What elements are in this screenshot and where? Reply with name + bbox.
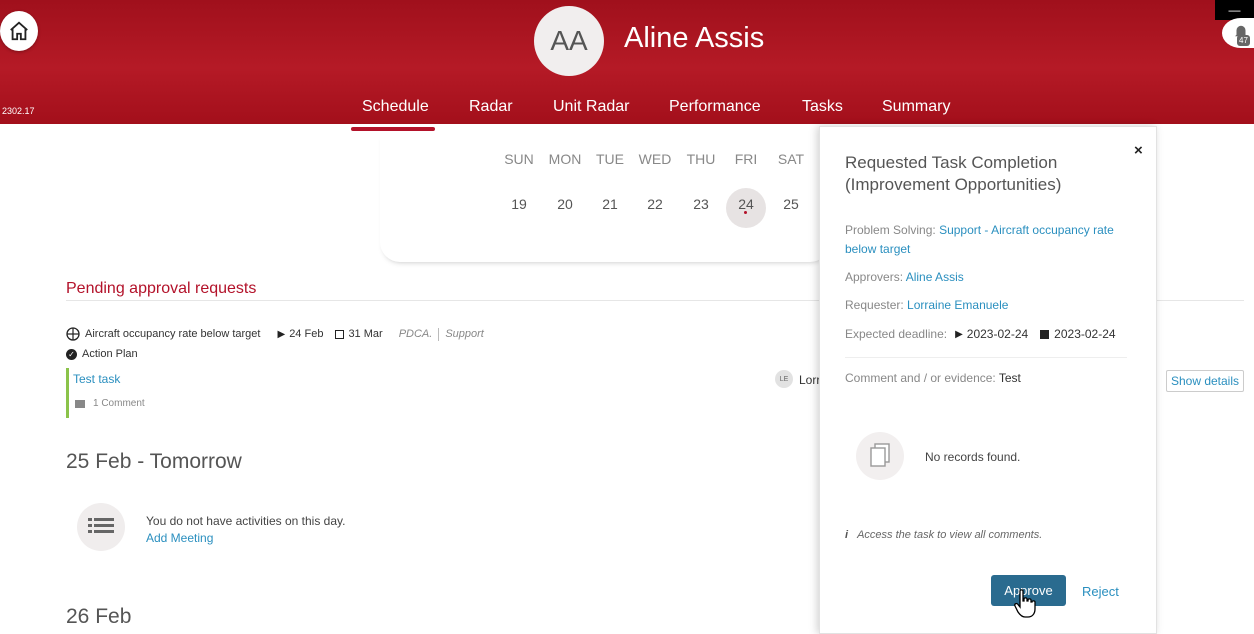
requester-name-partial: Lorr <box>799 373 821 387</box>
tab-summary[interactable]: Summary <box>882 98 950 116</box>
info-note: i Access the task to view all comments. <box>845 529 1042 541</box>
pending-item-type: ✓ Action Plan <box>66 348 138 360</box>
tab-tasks[interactable]: Tasks <box>802 98 843 116</box>
problem-solving-label: Problem Solving: <box>845 223 936 237</box>
crosshair-icon <box>66 327 80 341</box>
task-link[interactable]: Test task <box>73 372 120 386</box>
comment-count-label: 1 Comment <box>93 398 145 409</box>
tab-radar[interactable]: Radar <box>469 98 513 116</box>
calendar-date-20[interactable]: 20 <box>545 188 585 228</box>
no-records-text: No records found. <box>925 450 1021 464</box>
day-heading-26: 26 Feb <box>66 605 132 628</box>
requester-field: Requester: Lorraine Emanuele <box>845 296 1008 315</box>
deadline-end: 2023-02-24 <box>1054 327 1116 341</box>
list-icon <box>88 518 114 533</box>
calendar-date-24[interactable]: 24 <box>726 188 766 228</box>
panel-divider <box>845 357 1127 358</box>
comment-label: Comment and / or evidence: <box>845 371 996 385</box>
comment-count[interactable]: 1 Comment <box>75 398 145 409</box>
tab-unit-radar[interactable]: Unit Radar <box>553 98 629 116</box>
pending-item-type-label: Action Plan <box>82 348 138 360</box>
comment-icon <box>75 399 85 408</box>
approvers-link[interactable]: Aline Assis <box>906 270 964 284</box>
active-tab-indicator <box>351 127 435 131</box>
stop-icon <box>335 329 345 339</box>
info-note-text: Access the task to view all comments. <box>857 529 1043 541</box>
notification-count-badge: 47 <box>1237 35 1250 46</box>
pending-item-header: Aircraft occupancy rate below target ▶ 2… <box>66 327 484 341</box>
pending-item-end: 31 Mar <box>348 328 383 340</box>
pending-item-start: 24 Feb <box>289 328 324 340</box>
no-activities-text: You do not have activities on this day. <box>146 514 346 528</box>
day-name-mon: MON <box>548 151 582 167</box>
day-name-tue: TUE <box>596 151 624 167</box>
empty-activities-badge <box>77 503 125 551</box>
requester-link[interactable]: Lorraine Emanuele <box>907 298 1008 312</box>
comment-value: Test <box>998 371 1021 385</box>
deadline-label: Expected deadline: <box>845 327 948 341</box>
no-records-badge <box>856 432 904 480</box>
deadline-start: 2023-02-24 <box>966 327 1029 341</box>
pending-approval-title: Pending approval requests <box>66 280 257 297</box>
calendar-date-25[interactable]: 25 <box>771 188 811 228</box>
pending-item-method: PDCA. <box>398 328 433 340</box>
add-meeting-link[interactable]: Add Meeting <box>146 531 213 545</box>
day-name-sun: SUN <box>504 151 534 167</box>
pending-item-category: Support <box>445 328 484 340</box>
home-icon <box>10 21 28 41</box>
close-panel-button[interactable]: × <box>1134 142 1143 159</box>
calendar-date-23[interactable]: 23 <box>681 188 721 228</box>
reject-button[interactable]: Reject <box>1082 584 1119 599</box>
day-name-wed: WED <box>638 151 672 167</box>
calendar-date-19[interactable]: 19 <box>499 188 539 228</box>
tab-schedule[interactable]: Schedule <box>362 98 429 116</box>
separator <box>438 327 440 341</box>
comment-field: Comment and / or evidence: Test <box>845 369 1021 388</box>
calendar-date-22[interactable]: 22 <box>635 188 675 228</box>
day-name-fri: FRI <box>734 151 758 167</box>
info-icon: i <box>845 529 849 541</box>
day-name-thu: THU <box>686 151 716 167</box>
show-details-button[interactable]: Show details <box>1166 370 1244 392</box>
day-name-sat: SAT <box>777 151 805 167</box>
approvers-label: Approvers: <box>845 270 904 284</box>
check-circle-icon: ✓ <box>66 348 77 360</box>
deadline-field: Expected deadline: ▶ 2023-02-24 2023-02-… <box>845 325 1116 344</box>
home-button[interactable] <box>0 11 38 51</box>
documents-icon <box>870 443 890 467</box>
event-indicator-dot <box>744 211 747 214</box>
day-heading-tomorrow: 25 Feb - Tomorrow <box>66 450 242 473</box>
deadline-play-icon: ▶ <box>955 329 963 340</box>
minimize-button[interactable]: — <box>1215 0 1254 20</box>
panel-title: Requested Task Completion (Improvement O… <box>845 153 1062 194</box>
deadline-stop-icon <box>1040 330 1050 339</box>
tab-performance[interactable]: Performance <box>669 98 761 116</box>
user-avatar[interactable]: AA <box>534 6 604 76</box>
task-status-bar <box>66 368 69 418</box>
pending-item-name[interactable]: Aircraft occupancy rate below target <box>85 328 260 340</box>
approvers-field: Approvers: Aline Assis <box>845 268 964 287</box>
play-icon: ▶ <box>277 328 286 340</box>
calendar-date-21[interactable]: 21 <box>590 188 630 228</box>
requester-avatar: LE <box>775 370 793 388</box>
hand-cursor-icon <box>1014 589 1036 618</box>
requester-label: Requester: <box>845 298 904 312</box>
user-name: Aline Assis <box>624 22 765 54</box>
problem-solving-field: Problem Solving: Support - Aircraft occu… <box>845 221 1125 259</box>
version-label: 2302.17 <box>2 106 35 116</box>
